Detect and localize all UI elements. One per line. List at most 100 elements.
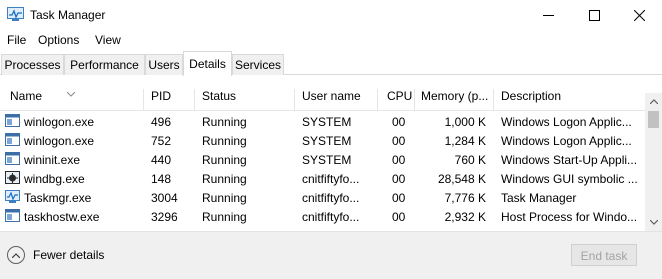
column-divider[interactable] [194, 89, 195, 111]
cell-pid: 148 [151, 172, 172, 186]
table-row[interactable]: taskhostw.exe 3296 Running cnitfiftyfo... 00… [0, 207, 645, 226]
cell-description: Task Manager [501, 191, 577, 205]
cell-status: Running [202, 172, 247, 186]
scroll-up-button[interactable] [645, 93, 662, 110]
column-header-pid[interactable]: PID [151, 89, 171, 103]
scroll-thumb[interactable] [648, 111, 659, 128]
cell-pid: 752 [151, 134, 172, 148]
cell-description: Host Process for Windo... [501, 210, 638, 224]
table-row[interactable]: winlogon.exe 496 Running SYSTEM 00 1,000 K Win… [0, 112, 645, 131]
cell-memory: 28,548 K [437, 172, 486, 186]
cell-description: Windows GUI symbolic ... [501, 172, 638, 186]
cell-description: Windows Start-Up Appli... [501, 153, 638, 167]
app-window-icon [5, 209, 20, 223]
end-task-button[interactable]: End task [571, 244, 637, 266]
fewer-details-button[interactable]: Fewer details [7, 244, 104, 266]
menu-view[interactable]: View [95, 33, 121, 47]
cell-pid: 496 [151, 115, 172, 129]
menu-file[interactable]: File [7, 33, 26, 47]
column-header-user[interactable]: User name [302, 89, 361, 103]
cell-user: SYSTEM [302, 153, 352, 167]
details-table: Name PID Status User name CPU Memory (p.… [0, 75, 662, 231]
cell-status: Running [202, 191, 247, 205]
cell-cpu: 00 [392, 115, 406, 129]
tab-processes[interactable]: Processes [1, 54, 64, 75]
cell-status: Running [202, 210, 247, 224]
cell-memory: 7,776 K [444, 191, 486, 205]
title-bar: Task Manager [0, 0, 662, 30]
cell-memory: 2,932 K [444, 210, 486, 224]
cell-name: windbg.exe [24, 172, 85, 186]
table-row[interactable]: wininit.exe 440 Running SYSTEM 00 760 K Window… [0, 150, 645, 169]
cell-pid: 440 [151, 153, 172, 167]
tab-strip: Processes Performance Users Details Serv… [0, 51, 662, 76]
chevron-up-icon [649, 99, 658, 104]
chevron-down-icon [649, 220, 658, 225]
close-button[interactable] [616, 0, 662, 30]
chevron-up-circle-icon [7, 246, 25, 264]
cell-memory: 1,000 K [444, 115, 486, 129]
cell-user: SYSTEM [302, 115, 352, 129]
tab-users[interactable]: Users [145, 54, 183, 75]
scroll-down-button[interactable] [645, 214, 662, 231]
cell-status: Running [202, 115, 247, 129]
cell-description: Windows Logon Applic... [501, 134, 632, 148]
cell-user: cnitfiftyfo... [302, 191, 360, 205]
column-divider[interactable] [493, 89, 494, 111]
column-header-name[interactable]: Name [10, 89, 42, 103]
cell-pid: 3296 [151, 210, 178, 224]
tab-performance[interactable]: Performance [64, 54, 145, 75]
footer-bar: Fewer details End task [0, 231, 662, 279]
column-divider[interactable] [143, 89, 144, 111]
sort-caret-icon [66, 86, 76, 100]
column-divider[interactable] [294, 89, 295, 111]
tab-details[interactable]: Details [183, 51, 232, 76]
app-window-icon [5, 152, 20, 166]
cell-name: taskhostw.exe [24, 210, 100, 224]
maximize-button[interactable] [571, 0, 617, 30]
cell-user: cnitfiftyfo... [302, 172, 360, 186]
debugger-icon [5, 171, 20, 185]
column-header-description[interactable]: Description [501, 89, 561, 103]
minimize-icon [542, 14, 554, 16]
cell-cpu: 00 [392, 134, 406, 148]
table-row[interactable]: windbg.exe 148 Running cnitfiftyfo... 00 28,5… [0, 169, 645, 188]
cell-cpu: 00 [392, 172, 406, 186]
column-header-cpu[interactable]: CPU [387, 89, 412, 103]
column-divider[interactable] [377, 89, 378, 111]
task-manager-icon [7, 7, 24, 21]
column-header-status[interactable]: Status [202, 89, 236, 103]
menu-bar: File Options View [0, 30, 662, 50]
maximize-icon [588, 9, 600, 21]
cell-user: cnitfiftyfo... [302, 210, 360, 224]
cell-memory: 760 K [454, 153, 486, 167]
vertical-scrollbar[interactable] [645, 93, 662, 231]
window-title: Task Manager [30, 8, 106, 22]
app-window-icon [5, 133, 20, 147]
cell-cpu: 00 [392, 210, 406, 224]
app-window-icon [5, 114, 20, 128]
cell-pid: 3004 [151, 191, 178, 205]
cell-status: Running [202, 134, 247, 148]
cell-cpu: 00 [392, 153, 406, 167]
table-row[interactable]: Taskmgr.exe 3004 Running cnitfiftyfo... 00 7,… [0, 188, 645, 207]
fewer-details-label: Fewer details [33, 248, 105, 262]
cell-user: SYSTEM [302, 134, 352, 148]
cell-status: Running [202, 153, 247, 167]
menu-options[interactable]: Options [38, 33, 79, 47]
table-row[interactable]: winlogon.exe 752 Running SYSTEM 00 1,284 K Win… [0, 131, 645, 150]
cell-description: Windows Logon Applic... [501, 115, 632, 129]
cell-name: wininit.exe [24, 153, 81, 167]
tab-services[interactable]: Services [232, 54, 284, 75]
cell-name: winlogon.exe [24, 115, 95, 129]
table-header: Name PID Status User name CPU Memory (p.… [0, 75, 662, 111]
column-divider[interactable] [414, 89, 415, 111]
cell-memory: 1,284 K [444, 134, 486, 148]
task-manager-icon [5, 190, 20, 204]
close-icon [633, 9, 645, 21]
cell-name: Taskmgr.exe [24, 191, 92, 205]
cell-cpu: 00 [392, 191, 406, 205]
column-header-memory[interactable]: Memory (p... [421, 89, 488, 103]
cell-name: winlogon.exe [24, 134, 95, 148]
minimize-button[interactable] [525, 0, 571, 30]
